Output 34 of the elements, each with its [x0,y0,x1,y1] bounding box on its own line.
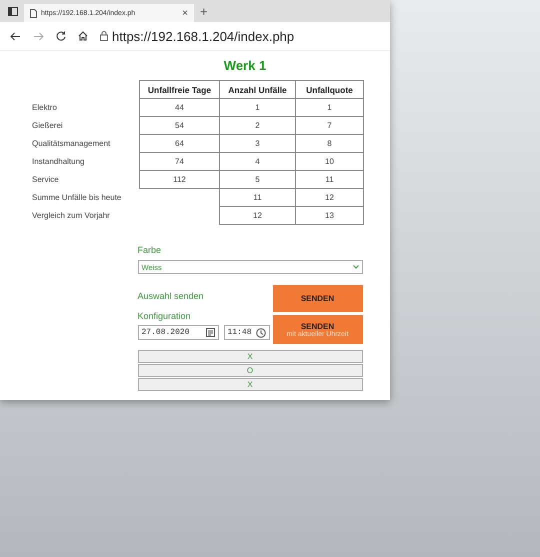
lock-icon [100,31,108,41]
toggle-button[interactable]: O [138,364,362,377]
date-field[interactable]: 27.08.2020 [138,325,218,340]
column-header: Unfallquote [295,80,364,99]
back-icon[interactable] [10,32,21,40]
sidebar-icon[interactable] [8,6,18,16]
row-label: Instandhaltung [32,156,86,168]
reload-icon[interactable] [56,31,66,41]
page-icon [30,8,37,18]
field-label: Farbe [138,245,162,255]
home-icon[interactable] [78,31,88,41]
close-tab-button[interactable]: × [182,8,188,18]
row-label: Vergleich zum Vorjahr [32,210,111,222]
row-label: Summe Unfälle bis heute [32,192,122,204]
toggle-button[interactable]: X [138,378,362,391]
send-button[interactable]: SENDEN [272,285,362,312]
row-label: Service [32,174,60,186]
clock-icon [256,328,266,338]
row-label: Qualitätsmanagement [32,138,112,150]
address-bar[interactable]: https://192.168.1.204/index.php [112,28,294,44]
calendar-icon [206,328,214,337]
page-heading: Werk 1 [224,58,266,73]
section-label: Auswahl senden [138,291,205,301]
row-label: Elektro [32,102,58,114]
section-label: Konfiguration [138,311,192,321]
new-tab-button[interactable]: + [200,4,208,18]
column-header: Unfallfreie Tage [139,80,220,99]
table-cell: 112 [139,170,220,189]
row-label: Gießerei [32,120,64,132]
toggle-button[interactable]: X [138,350,362,363]
time-field[interactable]: 11:48 [224,325,270,340]
table-cell: 12 [219,206,296,225]
table-cell: 13 [295,206,364,225]
chevron-icon [352,265,358,269]
